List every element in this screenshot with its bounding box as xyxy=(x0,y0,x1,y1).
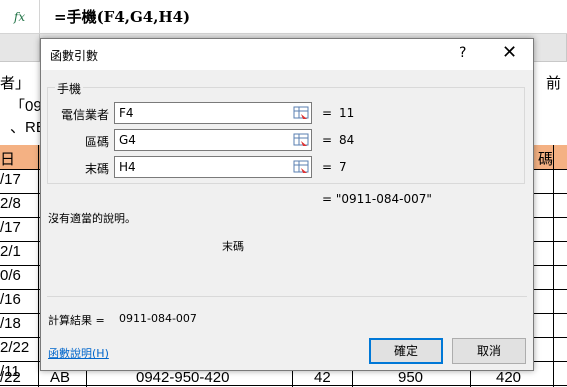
dialog-titlebar[interactable]: 函數引數 ? ✕ xyxy=(41,39,533,70)
arg-input-area[interactable]: G4 xyxy=(114,129,312,151)
cell-text: 者」 xyxy=(0,75,31,92)
cell: 420 xyxy=(496,369,522,386)
formula-bar: fx =手機(F4,G4,H4) xyxy=(0,0,567,34)
equals-sign: = xyxy=(322,160,333,174)
arg-input-carrier[interactable]: F4 xyxy=(114,102,312,124)
calc-result-value: 0911-084-007 xyxy=(119,312,197,325)
header-cell-date: 日 xyxy=(0,151,16,168)
arg-result: 11 xyxy=(339,106,355,120)
arg-label: 末碼 xyxy=(84,162,109,176)
date-cell: /22 xyxy=(0,369,21,386)
cell-text: 「09 xyxy=(10,98,42,115)
formula-result-preview: = "0911-084-007" xyxy=(322,192,432,206)
formula-text[interactable]: =手機(F4,G4,H4) xyxy=(54,6,190,27)
function-arguments-dialog: 函數引數 ? ✕ 手機 電信業者 F4 = 11 區碼 G4 = 84 末碼 H… xyxy=(40,38,534,371)
ok-button[interactable]: 確定 xyxy=(369,338,443,364)
range-picker-icon[interactable] xyxy=(292,158,310,176)
cell-text: 前 xyxy=(546,75,562,92)
cancel-button[interactable]: 取消 xyxy=(452,338,526,364)
argument-description: 末碼 xyxy=(222,240,244,253)
divider xyxy=(47,296,527,297)
arg-result: 7 xyxy=(339,160,347,174)
cell: 950 xyxy=(398,369,424,386)
calc-result-label: 計算結果 = xyxy=(48,314,105,327)
arg-input-last[interactable]: H4 xyxy=(114,156,312,178)
date-cell: 0/6 xyxy=(0,267,21,284)
date-cell: /16 xyxy=(0,291,21,308)
date-cell: /17 xyxy=(0,219,21,236)
arg-value: H4 xyxy=(119,160,136,174)
cell: 0942-950-420 xyxy=(136,369,230,386)
insert-function-icon[interactable]: fx xyxy=(0,0,40,34)
cell: AB xyxy=(50,369,71,386)
date-cell: /18 xyxy=(0,315,21,332)
group-label: 手機 xyxy=(55,80,84,97)
date-cell: 2/1 xyxy=(0,243,21,260)
date-cell: /17 xyxy=(0,171,21,188)
function-help-link[interactable]: 函數說明(H) xyxy=(48,345,109,361)
equals-sign: = xyxy=(322,106,333,120)
column-header xyxy=(0,34,40,62)
dialog-title: 函數引數 xyxy=(50,49,99,63)
arg-value: F4 xyxy=(119,106,134,120)
close-icon[interactable]: ✕ xyxy=(502,42,517,63)
arg-label: 區碼 xyxy=(84,135,109,149)
function-description: 沒有適當的說明。 xyxy=(48,212,136,225)
date-cell: 2/8 xyxy=(0,195,21,212)
arg-label: 電信業者 xyxy=(60,108,109,122)
range-picker-icon[interactable] xyxy=(292,104,310,122)
arg-result: 84 xyxy=(339,133,355,147)
help-icon[interactable]: ? xyxy=(459,45,466,61)
date-cell: 2/22 xyxy=(0,339,30,356)
header-cell: 碼 xyxy=(538,151,554,168)
equals-sign: = xyxy=(322,133,333,147)
arg-value: G4 xyxy=(119,133,136,147)
range-picker-icon[interactable] xyxy=(292,131,310,149)
cell: 42 xyxy=(314,369,331,386)
